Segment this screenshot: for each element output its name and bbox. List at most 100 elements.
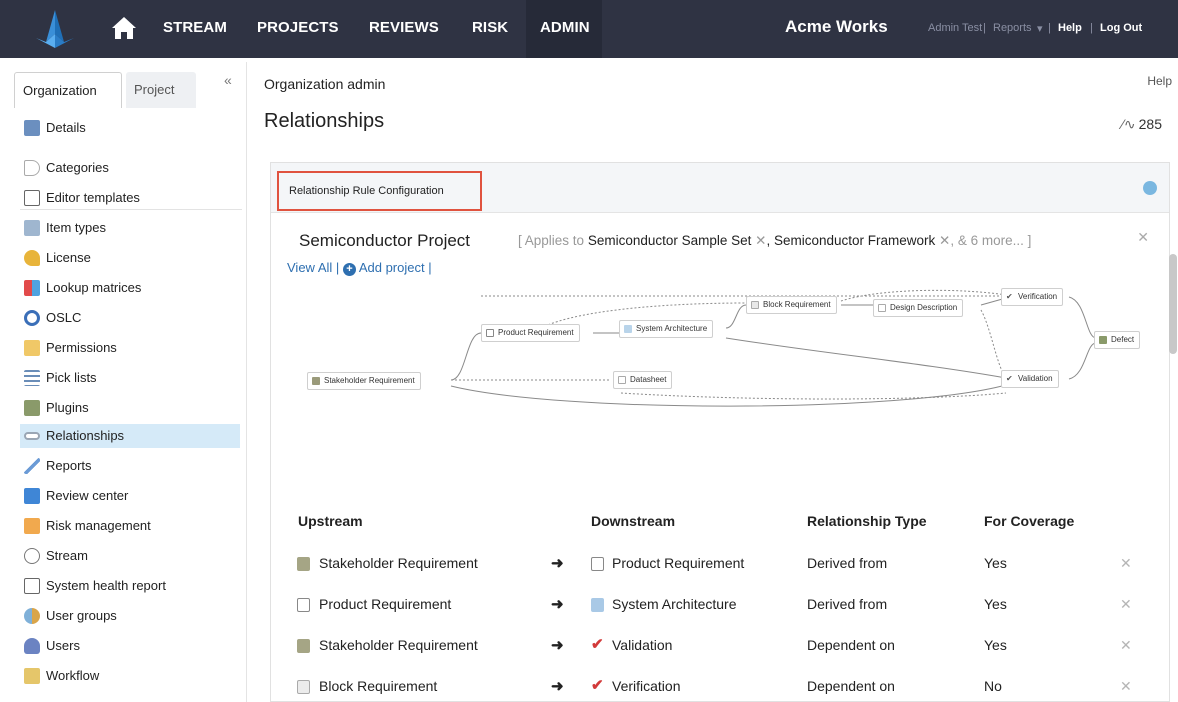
delete-row-icon[interactable]: ✕ <box>1120 637 1132 654</box>
sidebar-item-label: Categories <box>46 160 109 175</box>
remove-framework-icon[interactable]: ✕ <box>935 233 950 248</box>
diagram-node-stakeholder-requirement[interactable]: Stakeholder Requirement <box>307 372 421 390</box>
relationship-diagram: Stakeholder Requirement Product Requirem… <box>301 283 1151 423</box>
nav-stream[interactable]: STREAM <box>163 19 227 36</box>
page-title: Relationships <box>264 110 385 132</box>
sidebar-item-lookup-matrices[interactable]: Lookup matrices <box>20 276 240 300</box>
applies-more-link[interactable]: , & 6 more... ] <box>950 233 1031 248</box>
coverage-cell[interactable]: Yes <box>984 555 1007 571</box>
tab-organization[interactable]: Organization <box>14 72 122 108</box>
reports-menu[interactable]: Reports <box>993 22 1032 34</box>
home-icon[interactable] <box>110 14 138 42</box>
nav-reviews[interactable]: REVIEWS <box>369 19 439 36</box>
tab-project[interactable]: Project <box>126 72 196 108</box>
collapse-sidebar-icon[interactable]: « <box>224 72 232 88</box>
scrollbar-thumb[interactable] <box>1169 254 1177 354</box>
sidebar-item-users[interactable]: Users <box>20 634 240 658</box>
column-header-relationship-type[interactable]: Relationship Type <box>807 513 927 529</box>
sidebar-item-stream[interactable]: Stream <box>20 544 240 568</box>
user-icon <box>24 638 40 654</box>
block-icon <box>751 301 759 309</box>
page-help-link[interactable]: Help <box>1147 74 1172 88</box>
list-icon <box>24 370 40 386</box>
reports-chevron-icon[interactable]: ▾ <box>1037 22 1043 35</box>
nav-projects[interactable]: PROJECTS <box>257 19 339 36</box>
column-header-for-coverage[interactable]: For Coverage <box>984 513 1074 529</box>
sidebar-item-item-types[interactable]: Item types <box>20 216 240 240</box>
diagram-node-block-requirement[interactable]: Block Requirement <box>746 296 837 314</box>
downstream-cell: System Architecture <box>612 596 737 612</box>
architecture-icon <box>624 325 632 333</box>
sidebar-item-oslc[interactable]: OSLC <box>20 306 240 330</box>
sidebar-item-editor-templates[interactable]: Editor templates <box>20 186 240 210</box>
sidebar-item-license[interactable]: License <box>20 246 240 270</box>
nav-admin[interactable]: ADMIN <box>540 19 590 36</box>
delete-row-icon[interactable]: ✕ <box>1120 555 1132 572</box>
diagram-node-product-requirement[interactable]: Product Requirement <box>481 324 580 342</box>
pulse-icon: ⁄∿ <box>1121 116 1136 132</box>
table-row[interactable]: Stakeholder Requirement ➜ Product Requir… <box>271 545 1169 585</box>
delete-row-icon[interactable]: ✕ <box>1120 596 1132 613</box>
view-all-link[interactable]: View All <box>287 260 332 275</box>
relationship-type-cell[interactable]: Dependent on <box>807 637 895 653</box>
diagram-node-system-architecture[interactable]: System Architecture <box>619 320 714 338</box>
diagram-node-datasheet[interactable]: Datasheet <box>613 371 673 389</box>
sidebar-item-plugins[interactable]: Plugins <box>20 396 240 420</box>
sidebar-item-risk-management[interactable]: Risk management <box>20 514 240 538</box>
relationship-type-cell[interactable]: Derived from <box>807 596 887 612</box>
util-separator: | <box>1090 22 1093 34</box>
column-header-upstream[interactable]: Upstream <box>298 513 363 529</box>
panel-header: Relationship Rule Configuration <box>271 163 1169 213</box>
downstream-cell: Verification <box>612 678 681 694</box>
sidebar-item-user-groups[interactable]: User groups <box>20 604 240 628</box>
activity-count: 285 <box>1138 116 1162 132</box>
workflow-icon <box>24 668 40 684</box>
coverage-cell[interactable]: Yes <box>984 596 1007 612</box>
sidebar-item-review-center[interactable]: Review center <box>20 484 240 508</box>
link-icon <box>24 432 40 440</box>
sidebar-item-system-health-report[interactable]: System health report <box>20 574 240 598</box>
add-project-link[interactable]: Add project <box>359 260 425 275</box>
sidebar-item-label: Stream <box>46 548 88 563</box>
sidebar-item-categories[interactable]: Categories <box>20 156 240 180</box>
diagram-node-defect[interactable]: Defect <box>1094 331 1141 349</box>
sidebar-item-workflow[interactable]: Workflow <box>20 664 240 688</box>
sidebar-item-label: Pick lists <box>46 370 97 385</box>
sidebar-item-details[interactable]: Details <box>20 116 240 140</box>
scrollbar-track[interactable] <box>1168 150 1178 702</box>
table-row[interactable]: Block Requirement ➜ ✔ Verification Depen… <box>271 668 1169 702</box>
diagram-node-verification[interactable]: ✔ Verification <box>1001 288 1064 306</box>
close-icon[interactable]: ✕ <box>1137 229 1149 246</box>
sidebar-item-reports[interactable]: Reports <box>20 454 240 478</box>
sidebar-item-permissions[interactable]: Permissions <box>20 336 240 360</box>
sidebar-item-pick-lists[interactable]: Pick lists <box>20 366 240 390</box>
architecture-icon <box>591 598 604 612</box>
nav-risk[interactable]: RISK <box>472 19 508 36</box>
breadcrumb[interactable]: Organization admin <box>264 76 385 92</box>
info-icon[interactable] <box>1143 181 1157 195</box>
sidebar-item-label: Permissions <box>46 340 117 355</box>
remove-set-icon[interactable]: ✕ <box>751 233 766 248</box>
table-row[interactable]: Stakeholder Requirement ➜ ✔ Validation D… <box>271 627 1169 667</box>
column-header-downstream[interactable]: Downstream <box>591 513 675 529</box>
relationship-type-cell[interactable]: Dependent on <box>807 678 895 694</box>
coverage-cell[interactable]: Yes <box>984 637 1007 653</box>
help-link[interactable]: Help <box>1058 22 1082 34</box>
diagram-node-design-description[interactable]: Design Description <box>873 299 964 317</box>
coverage-cell[interactable]: No <box>984 678 1002 694</box>
building-icon <box>24 120 40 136</box>
link-separator: | <box>428 260 432 275</box>
diagram-node-validation[interactable]: ✔ Validation <box>1001 370 1059 388</box>
delete-row-icon[interactable]: ✕ <box>1120 678 1132 695</box>
relationship-type-cell[interactable]: Derived from <box>807 555 887 571</box>
activity-counter[interactable]: ⁄∿ 285 <box>1122 116 1162 133</box>
upstream-cell: Stakeholder Requirement <box>319 637 478 653</box>
sidebar-item-label: License <box>46 250 91 265</box>
app-logo-icon[interactable] <box>32 8 78 50</box>
logout-link[interactable]: Log Out <box>1100 22 1142 34</box>
add-icon[interactable]: + <box>342 263 356 276</box>
table-row[interactable]: Product Requirement ➜ System Architectur… <box>271 586 1169 626</box>
user-menu[interactable]: Admin Test <box>928 22 982 34</box>
sidebar-item-relationships[interactable]: Relationships <box>20 424 240 448</box>
sidebar-item-label: OSLC <box>46 310 82 325</box>
